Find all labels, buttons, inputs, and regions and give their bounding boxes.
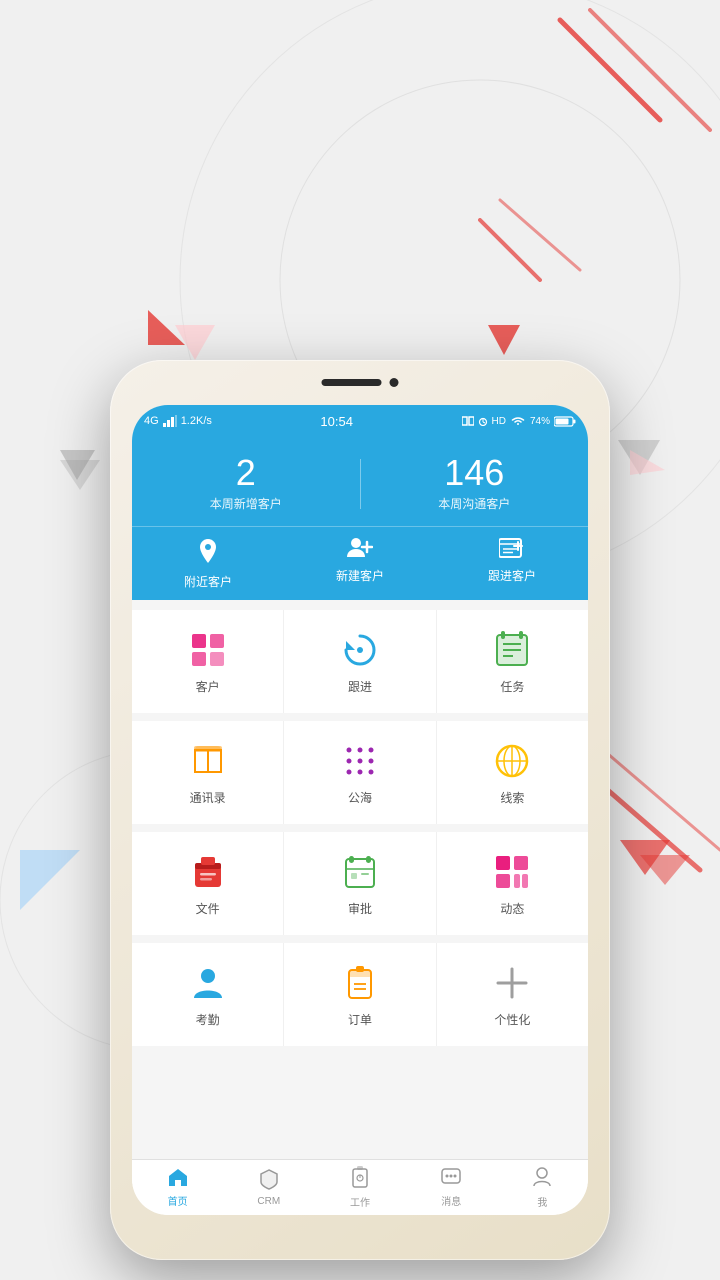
stat-contact-customers: 146 本周沟通客户: [361, 455, 589, 512]
order-label: 订单: [348, 1011, 372, 1028]
tab-messages-label: 消息: [441, 1193, 461, 1208]
approval-icon: [338, 850, 382, 894]
hd-label: HD: [492, 416, 506, 427]
tab-me[interactable]: 我: [497, 1160, 588, 1215]
tab-me-label: 我: [537, 1194, 547, 1209]
grid-item-contacts[interactable]: 通讯录: [132, 721, 284, 824]
nearby-label: 附近客户: [184, 573, 232, 590]
tab-work-label: 工作: [350, 1194, 370, 1209]
followup-icon: [338, 628, 382, 672]
dynamic-label: 动态: [500, 900, 524, 917]
customer-icon: [186, 628, 230, 672]
tab-home[interactable]: 首页: [132, 1160, 223, 1215]
grid-item-leads[interactable]: 线索: [437, 721, 588, 824]
grid-row-3: 文件 审批: [132, 832, 588, 935]
grid-row-2: 通讯录: [132, 721, 588, 824]
customer-label: 客户: [196, 678, 220, 695]
status-bar: 4G 1.2K/s 10:54: [132, 405, 588, 437]
order-icon: [338, 961, 382, 1005]
speaker: [322, 379, 382, 386]
stats-row: 2 本周新增客户 146 本周沟通客户: [132, 437, 588, 526]
stat-new-number: 2: [132, 455, 360, 491]
contacts-label: 通讯录: [190, 789, 226, 806]
customize-icon: [490, 961, 534, 1005]
header-area: 2 本周新增客户 146 本周沟通客户: [132, 437, 588, 600]
speed-label: 1.2K/s: [181, 415, 212, 427]
grid-item-customer[interactable]: 客户: [132, 610, 284, 713]
messages-tab-icon: [440, 1167, 462, 1191]
task-icon: [490, 628, 534, 672]
work-tab-icon: [350, 1166, 370, 1192]
public-sea-icon: [338, 739, 382, 783]
attendance-label: 考勤: [196, 1011, 220, 1028]
home-tab-icon: [167, 1167, 189, 1191]
battery-label: 74%: [530, 416, 550, 427]
tab-crm[interactable]: CRM: [223, 1160, 314, 1215]
network-label: 4G: [144, 415, 159, 427]
attendance-icon: [186, 961, 230, 1005]
task-label: 任务: [500, 678, 524, 695]
grid-item-order[interactable]: 订单: [284, 943, 436, 1046]
leads-label: 线索: [500, 789, 524, 806]
stat-contact-label: 本周沟通客户: [361, 495, 589, 512]
grid-item-attendance[interactable]: 考勤: [132, 943, 284, 1046]
main-grid: 客户 跟进: [132, 600, 588, 1159]
grid-item-followup[interactable]: 跟进: [284, 610, 436, 713]
leads-icon: [490, 739, 534, 783]
contacts-icon: [186, 739, 230, 783]
status-right: HD 74%: [462, 416, 576, 427]
stat-new-label: 本周新增客户: [132, 495, 360, 512]
dynamic-icon: [490, 850, 534, 894]
nearby-icon: [196, 537, 220, 569]
me-tab-icon: [532, 1166, 552, 1192]
status-left: 4G 1.2K/s: [144, 415, 212, 427]
time-display: 10:54: [320, 414, 353, 429]
public-sea-label: 公海: [348, 789, 372, 806]
follow-label: 跟进客户: [488, 567, 536, 584]
quick-action-nearby[interactable]: 附近客户: [132, 537, 284, 590]
tab-crm-label: CRM: [257, 1196, 280, 1207]
grid-item-task[interactable]: 任务: [437, 610, 588, 713]
crm-tab-icon: [259, 1168, 279, 1194]
grid-item-approval[interactable]: 审批: [284, 832, 436, 935]
quick-action-follow[interactable]: 跟进客户: [436, 537, 588, 590]
tab-bar: 首页 CRM: [132, 1159, 588, 1215]
phone-screen: 4G 1.2K/s 10:54: [132, 405, 588, 1215]
grid-item-customize[interactable]: 个性化: [437, 943, 588, 1046]
files-icon: [186, 850, 230, 894]
grid-row-1: 客户 跟进: [132, 610, 588, 713]
wifi-icon: [510, 416, 526, 426]
quick-action-new-customer[interactable]: 新建客户: [284, 537, 436, 590]
stat-contact-number: 146: [361, 455, 589, 491]
files-label: 文件: [196, 900, 220, 917]
grid-item-files[interactable]: 文件: [132, 832, 284, 935]
grid-row-4: 考勤 订单: [132, 943, 588, 1046]
new-customer-icon: [347, 537, 373, 563]
grid-item-dynamic[interactable]: 动态: [437, 832, 588, 935]
camera: [390, 378, 399, 387]
tab-home-label: 首页: [168, 1193, 188, 1208]
alarm-icon: [478, 416, 488, 426]
tab-messages[interactable]: 消息: [406, 1160, 497, 1215]
sim-icon: [462, 416, 474, 426]
phone-frame: 4G 1.2K/s 10:54: [110, 360, 610, 1260]
tab-work[interactable]: 工作: [314, 1160, 405, 1215]
stat-new-customers: 2 本周新增客户: [132, 455, 360, 512]
battery-icon: [554, 416, 576, 427]
customize-label: 个性化: [494, 1011, 530, 1028]
grid-item-public-sea[interactable]: 公海: [284, 721, 436, 824]
signal-icon: [163, 415, 177, 427]
quick-actions-row: 附近客户 新建客户: [132, 526, 588, 600]
approval-label: 审批: [348, 900, 372, 917]
followup-label: 跟进: [348, 678, 372, 695]
new-customer-label: 新建客户: [336, 567, 384, 584]
follow-icon: [499, 537, 525, 563]
